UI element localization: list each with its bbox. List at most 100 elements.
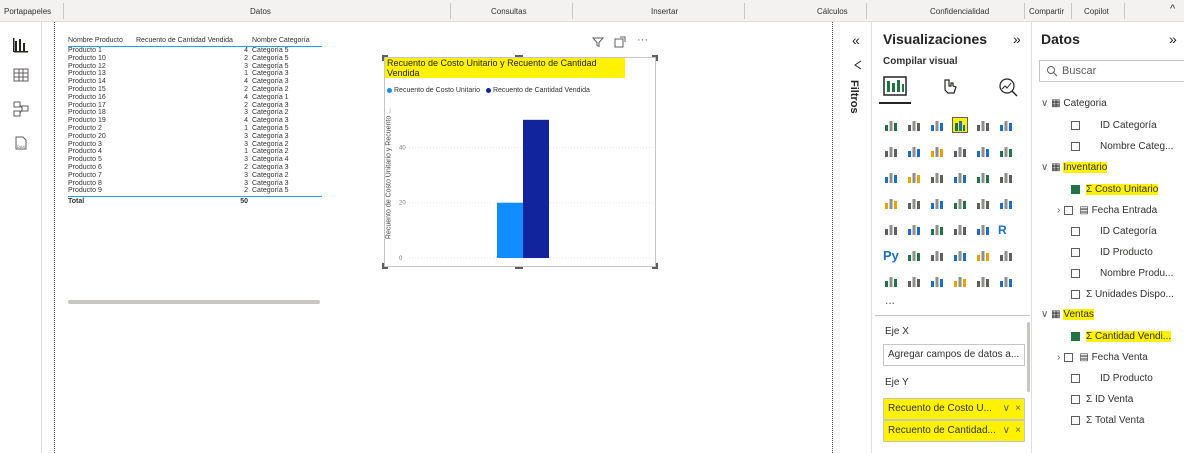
table-header[interactable]: Nombre Producto Recuento de Cantidad Ven… — [68, 36, 322, 47]
pie-icon[interactable] — [929, 169, 945, 185]
azure-map-icon[interactable] — [929, 195, 945, 211]
funnel-chart-icon[interactable] — [883, 169, 899, 185]
build-visual-icon[interactable] — [883, 74, 907, 98]
data-field[interactable]: › ▤ Fecha Venta — [1057, 352, 1148, 363]
area-icon[interactable] — [906, 143, 922, 159]
table-row[interactable]: Producto 5 3 Categoría 4 — [68, 156, 322, 164]
table-view-icon[interactable] — [12, 66, 30, 84]
table-row[interactable]: Producto 6 2 Categoría 3 — [68, 164, 322, 172]
field-checkbox[interactable] — [1071, 268, 1080, 278]
data-field[interactable]: Σ Costo Unitario — [1071, 184, 1159, 195]
data-field[interactable]: Σ ID Venta — [1071, 394, 1133, 405]
narrative-icon[interactable] — [975, 247, 991, 263]
ribbon-collapse-button[interactable]: ^ — [1170, 3, 1175, 15]
chevron-down-icon[interactable]: ∨ — [1041, 162, 1051, 173]
field-checkbox[interactable] — [1071, 184, 1080, 194]
map-icon[interactable] — [998, 169, 1014, 185]
report-view-icon[interactable] — [12, 36, 30, 54]
card-icon[interactable] — [998, 195, 1014, 211]
chevron-right-icon[interactable]: › — [1057, 352, 1060, 363]
data-table-inventario[interactable]: ∨ ▦ Inventario — [1041, 162, 1108, 173]
kpi-icon[interactable] — [906, 221, 922, 237]
field-checkbox[interactable] — [1064, 205, 1074, 215]
table-row[interactable]: Producto 14 4 Categoría 3 — [68, 78, 322, 86]
data-field[interactable]: ID Categoría — [1071, 120, 1157, 131]
100-column-icon[interactable] — [998, 117, 1014, 133]
ribbon-confidencialidad[interactable]: Confidencialidad — [930, 7, 989, 16]
ribbon-datos[interactable]: Datos — [250, 7, 271, 16]
clustered-bar-icon[interactable] — [906, 117, 922, 133]
resize-handle-bottom[interactable] — [515, 267, 523, 269]
eje-y-field-cantidad[interactable]: Recuento de Cantidad... ∨ × — [883, 420, 1025, 442]
data-field[interactable]: Σ Cantidad Vendi... — [1071, 331, 1172, 342]
ribbon-compartir[interactable]: Compartir — [1029, 7, 1064, 16]
stacked-bar-icon[interactable] — [883, 117, 899, 133]
header-nombre-producto[interactable]: Nombre Producto — [68, 36, 136, 46]
viz-pane-scrollbar[interactable] — [1027, 322, 1030, 392]
data-search-box[interactable]: Buscar — [1039, 60, 1184, 82]
data-field[interactable]: ID Producto — [1071, 373, 1153, 384]
table-row[interactable]: Producto 16 4 Categoría 1 — [68, 94, 322, 102]
field-checkbox[interactable] — [1071, 415, 1080, 425]
qa-icon[interactable] — [952, 247, 968, 263]
line-icon[interactable] — [883, 143, 899, 159]
stacked-area-icon[interactable] — [929, 143, 945, 159]
chevrons-icon[interactable] — [998, 273, 1014, 289]
table-row[interactable]: Producto 18 3 Categoría 2 — [68, 109, 322, 117]
data-field[interactable]: ID Producto — [1071, 247, 1153, 258]
multi-row-card-icon[interactable] — [883, 221, 899, 237]
goals-icon[interactable] — [998, 247, 1014, 263]
chevron-down-icon[interactable]: ∨ — [1041, 309, 1051, 320]
stacked-column-icon[interactable] — [929, 117, 945, 133]
table-row[interactable]: Producto 3 3 Categoría 2 — [68, 141, 322, 149]
data-field[interactable]: Nombre Categ... — [1071, 141, 1173, 152]
power-apps-icon[interactable] — [906, 273, 922, 289]
chevron-right-icon[interactable]: › — [1057, 205, 1060, 216]
field-checkbox[interactable] — [1071, 226, 1080, 236]
power-automate-icon[interactable] — [929, 273, 945, 289]
dax-query-view-icon[interactable]: DAX — [12, 134, 30, 152]
field-checkbox[interactable] — [1064, 352, 1074, 362]
data-field[interactable]: Σ Total Venta — [1071, 415, 1144, 426]
r-visual-icon[interactable]: R — [998, 221, 1014, 237]
table-row[interactable]: Producto 13 1 Categoría 3 — [68, 70, 322, 78]
table-row[interactable]: Producto 20 3 Categoría 3 — [68, 133, 322, 141]
bar-recuento-cantidad-vendida[interactable] — [523, 119, 549, 259]
table-row[interactable]: Producto 2 1 Categoría 5 — [68, 125, 322, 133]
key-influencers-icon[interactable] — [906, 247, 922, 263]
chevron-down-icon[interactable]: ∨ — [1003, 399, 1010, 419]
field-checkbox[interactable] — [1071, 331, 1080, 341]
remove-field-icon[interactable]: × — [1015, 399, 1021, 419]
resize-handle-tr[interactable] — [652, 55, 658, 61]
resize-handle-bl[interactable] — [382, 263, 388, 269]
ribbon-copilot[interactable]: Copilot — [1084, 7, 1109, 16]
table-horizontal-scrollbar[interactable] — [68, 300, 320, 304]
gauge-icon[interactable] — [975, 195, 991, 211]
filters-collapse-button[interactable]: « — [852, 32, 860, 48]
clustered-column-chart[interactable]: Recuento de Costo Unitario y Recuento de… — [384, 57, 656, 267]
line-column-icon[interactable] — [952, 143, 968, 159]
data-field[interactable]: ID Categoría — [1071, 226, 1157, 237]
header-nombre-categoria[interactable]: Nombre Categoría — [252, 36, 322, 46]
table-visual[interactable]: Nombre Producto Recuento de Cantidad Ven… — [68, 36, 322, 304]
data-table-ventas[interactable]: ∨ ▦ Ventas — [1041, 309, 1094, 320]
remove-field-icon[interactable]: × — [1015, 421, 1021, 441]
waterfall-icon[interactable] — [998, 143, 1014, 159]
shape-map-icon[interactable] — [906, 195, 922, 211]
search-input[interactable]: Buscar — [1062, 65, 1096, 77]
eje-x-dropzone[interactable]: Agregar campos de datos a... — [883, 344, 1025, 366]
treemap-icon[interactable] — [975, 169, 991, 185]
decomposition-tree-icon[interactable] — [929, 247, 945, 263]
table-row[interactable]: Producto 9 2 Categoría 5 — [68, 187, 322, 195]
data-field[interactable]: Nombre Produ... — [1071, 268, 1173, 279]
ribbon-portapapeles[interactable]: Portapapeles — [4, 7, 51, 16]
table-row[interactable]: Producto 4 1 Categoría 2 — [68, 148, 322, 156]
model-view-icon[interactable] — [12, 100, 30, 118]
table-row[interactable]: Producto 1 4 Categoría 5 — [68, 47, 322, 55]
table-row[interactable]: Producto 10 2 Categoría 5 — [68, 55, 322, 63]
resize-handle-tl[interactable] — [382, 55, 388, 61]
field-checkbox[interactable] — [1071, 247, 1080, 257]
resize-handle-top[interactable] — [515, 55, 523, 57]
slicer-icon[interactable] — [929, 221, 945, 237]
field-checkbox[interactable] — [1071, 289, 1080, 299]
